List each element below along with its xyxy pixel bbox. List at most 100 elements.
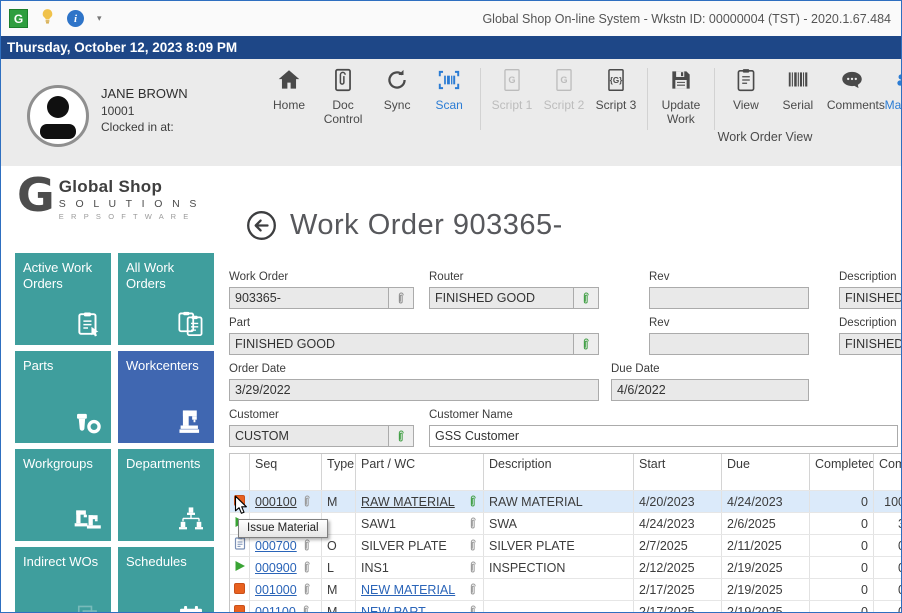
sidebar-tile-workcenters[interactable]: Workcenters bbox=[118, 351, 214, 443]
lightbulb-icon[interactable] bbox=[41, 8, 54, 30]
paperclip-icon[interactable] bbox=[468, 582, 478, 597]
part-input[interactable] bbox=[229, 333, 574, 355]
sidebar-tile-workgroups[interactable]: Workgroups bbox=[15, 449, 111, 541]
paperclip-icon[interactable] bbox=[302, 494, 312, 509]
sidebar-tile-active-work-orders[interactable]: Active Work Orders bbox=[15, 253, 111, 345]
avatar[interactable] bbox=[27, 85, 89, 147]
router-desc-input[interactable] bbox=[839, 287, 902, 309]
sidebar-tile-indirect-wos[interactable]: Indirect WOs bbox=[15, 547, 111, 613]
clipboard-arrow-icon bbox=[72, 309, 104, 339]
work-order-input[interactable] bbox=[229, 287, 389, 309]
seq-link[interactable]: 001000 bbox=[255, 580, 297, 600]
customer-input[interactable] bbox=[229, 425, 389, 447]
table-row[interactable]: SAW1SWA4/24/20232/6/202503 bbox=[230, 512, 902, 534]
clipboards-icon bbox=[175, 309, 207, 339]
paperclip-icon[interactable] bbox=[301, 604, 311, 613]
description-cell: SILVER PLATE bbox=[484, 535, 634, 556]
part-link[interactable]: RAW MATERIAL bbox=[361, 492, 455, 512]
toolbar-home-button[interactable]: Home bbox=[263, 66, 315, 113]
toolbar-script-1-button: GScript 1 bbox=[486, 66, 538, 113]
paperclip-icon[interactable] bbox=[468, 538, 478, 553]
column-header-due[interactable]: Due bbox=[722, 454, 810, 490]
grid-header-row: SeqTypePart / WCDescriptionStartDueCompl… bbox=[230, 454, 902, 490]
avatar-head bbox=[47, 96, 69, 118]
serial-icon bbox=[784, 66, 811, 93]
svg-text:G: G bbox=[508, 75, 515, 85]
info-icon[interactable]: i bbox=[67, 10, 84, 27]
part-link[interactable]: NEW PART bbox=[361, 602, 426, 613]
paperclip-icon[interactable] bbox=[468, 516, 478, 531]
seq-link[interactable]: 000700 bbox=[255, 536, 297, 556]
table-row[interactable]: 001100MNEW PART2/17/20252/19/202500 bbox=[230, 600, 902, 613]
part-cell: SILVER PLATE bbox=[356, 535, 484, 556]
router-input[interactable] bbox=[429, 287, 574, 309]
sidebar-tile-departments[interactable]: Departments bbox=[118, 449, 214, 541]
column-header-start[interactable]: Start bbox=[634, 454, 722, 490]
global-shop-app-icon[interactable]: G bbox=[9, 9, 28, 28]
router-rev-input[interactable] bbox=[649, 287, 809, 309]
clipboard-icon[interactable] bbox=[234, 536, 246, 556]
start-date-cell: 2/7/2025 bbox=[634, 535, 722, 556]
seq-link[interactable]: 001100 bbox=[255, 602, 296, 613]
table-row[interactable]: 000900LINS1INSPECTION2/12/20252/19/20250… bbox=[230, 556, 902, 578]
global-shop-logo: G Global Shop S O L U T I O N S E R P S … bbox=[17, 173, 200, 221]
paperclip-attachment-button[interactable] bbox=[388, 287, 414, 309]
row-status-cell bbox=[230, 601, 250, 613]
start-date-cell: 4/24/2023 bbox=[634, 513, 722, 534]
toolbar-doc-control-button[interactable]: Doc Control bbox=[315, 66, 371, 126]
issue-material-icon[interactable] bbox=[234, 580, 245, 600]
sidebar-tile-schedules[interactable]: Schedules bbox=[118, 547, 214, 613]
part-rev-input[interactable] bbox=[649, 333, 809, 355]
order-date-input[interactable] bbox=[229, 379, 599, 401]
table-row[interactable]: 001000MNEW MATERIAL2/17/20252/19/202500 bbox=[230, 578, 902, 600]
due-date-input[interactable] bbox=[611, 379, 809, 401]
column-header-type[interactable]: Type bbox=[322, 454, 356, 490]
seq-link[interactable]: 000900 bbox=[255, 558, 297, 578]
paperclip-icon[interactable] bbox=[302, 560, 312, 575]
toolbar-view-button[interactable]: View bbox=[720, 66, 772, 113]
sidebar-tile-all-work-orders[interactable]: All Work Orders bbox=[118, 253, 214, 345]
part-desc-label: Description bbox=[839, 317, 897, 329]
toolbar-material-button[interactable]: Material bbox=[880, 66, 902, 113]
paperclip-icon[interactable] bbox=[468, 604, 478, 613]
order-date-label: Order Date bbox=[229, 363, 286, 375]
seq-link[interactable]: 000100 bbox=[255, 492, 297, 512]
column-header-icon[interactable] bbox=[230, 454, 250, 490]
customer-name-label: Customer Name bbox=[429, 409, 513, 421]
toolbar-serial-button[interactable]: Serial bbox=[772, 66, 824, 113]
paperclip-attachment-button[interactable] bbox=[573, 287, 599, 309]
toolbar-script-3-button[interactable]: {G}Script 3 bbox=[590, 66, 642, 113]
table-row[interactable]: 000700OSILVER PLATESILVER PLATE2/7/20252… bbox=[230, 534, 902, 556]
type-cell: M bbox=[322, 491, 356, 512]
column-header-completed-pieces[interactable]: Completed Pieces bbox=[874, 454, 902, 490]
toolbar-scan-button[interactable]: Scan bbox=[423, 66, 475, 113]
application-window: G i ▾ Global Shop On-line System - Wkstn… bbox=[0, 0, 902, 613]
part-desc-input[interactable] bbox=[839, 333, 902, 355]
table-row[interactable]: 000100MRAW MATERIALRAW MATERIAL4/20/2023… bbox=[230, 490, 902, 512]
type-cell: O bbox=[322, 535, 356, 556]
grid-body: 000100MRAW MATERIALRAW MATERIAL4/20/2023… bbox=[230, 490, 902, 613]
paperclip-icon[interactable] bbox=[302, 538, 312, 553]
column-header-part-wc[interactable]: Part / WC bbox=[356, 454, 484, 490]
toolbar-update-work-button[interactable]: Update Work bbox=[653, 66, 709, 126]
paperclip-attachment-button[interactable] bbox=[573, 333, 599, 355]
column-header-completed-hours[interactable]: Completed Hours bbox=[810, 454, 874, 490]
paperclip-icon[interactable] bbox=[468, 494, 478, 509]
part-link[interactable]: NEW MATERIAL bbox=[361, 580, 455, 600]
play-icon[interactable] bbox=[234, 558, 246, 578]
back-button[interactable] bbox=[246, 210, 277, 241]
paperclip-attachment-button[interactable] bbox=[388, 425, 414, 447]
sidebar-tile-parts[interactable]: Parts bbox=[15, 351, 111, 443]
paperclip-icon[interactable] bbox=[302, 582, 312, 597]
user-id: 10001 bbox=[101, 104, 134, 118]
org-machines-icon bbox=[175, 505, 207, 535]
issue-material-icon[interactable] bbox=[234, 492, 245, 512]
toolbar-comments-button[interactable]: Comments bbox=[824, 66, 880, 113]
column-header-seq[interactable]: Seq bbox=[250, 454, 322, 490]
toolbar-sync-button[interactable]: Sync bbox=[371, 66, 423, 113]
issue-material-icon[interactable] bbox=[234, 602, 245, 613]
column-header-description[interactable]: Description bbox=[484, 454, 634, 490]
paperclip-icon[interactable] bbox=[468, 560, 478, 575]
customer-name-input[interactable] bbox=[429, 425, 898, 447]
docs-faint-icon bbox=[72, 603, 104, 613]
